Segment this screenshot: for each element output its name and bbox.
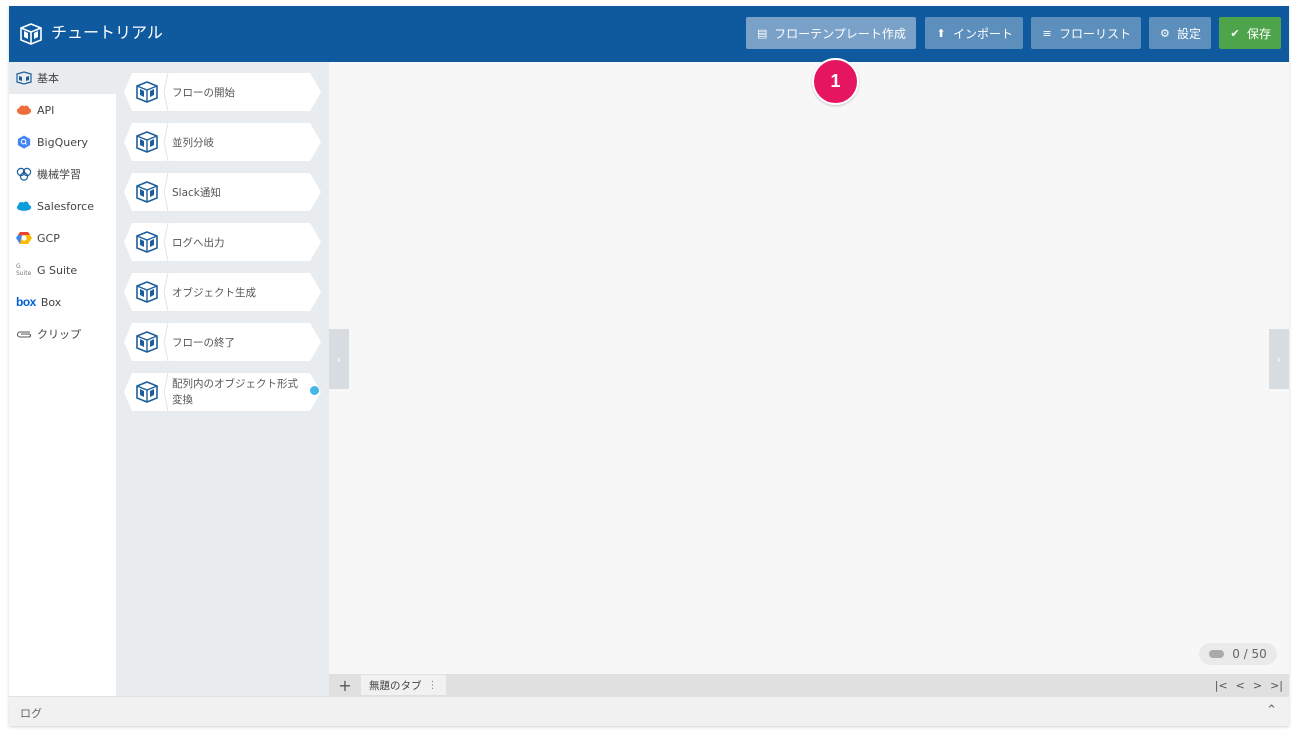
- gcp-icon: [16, 232, 32, 244]
- block-label: フローの開始: [172, 86, 235, 99]
- bigquery-icon: [17, 135, 31, 149]
- category-gsuite[interactable]: G Suite G Suite: [9, 254, 116, 286]
- chevron-up-icon[interactable]: ⌃: [1266, 703, 1277, 718]
- category-sidebar: 基本 API BigQuery 機械学習 Salesforce GCP G Su…: [9, 62, 116, 696]
- block-flow-end[interactable]: フローの終了: [124, 323, 322, 361]
- category-label: BigQuery: [37, 135, 89, 149]
- app-title: チュートリアル: [51, 23, 163, 42]
- paperclip-icon: [16, 331, 31, 338]
- tab-menu-icon[interactable]: ⋮: [428, 680, 438, 691]
- block-label: 配列内のオブジェクト形式変換: [172, 378, 298, 406]
- category-label: 機械学習: [37, 168, 81, 181]
- category-clip[interactable]: クリップ: [9, 318, 116, 350]
- block-count-icon: [1209, 650, 1225, 658]
- category-salesforce[interactable]: Salesforce: [9, 190, 116, 222]
- tab-label: 無題のタブ: [369, 679, 422, 692]
- block-label: 並列分岐: [172, 136, 214, 149]
- collapse-right-button[interactable]: ‹: [1269, 329, 1289, 389]
- blueprint-icon: [16, 71, 32, 85]
- category-gcp[interactable]: GCP: [9, 222, 116, 254]
- flowlist-label: フローリスト: [1058, 26, 1131, 41]
- block-counter-text: 0 / 50: [1232, 647, 1267, 661]
- template-icon: ▤: [756, 26, 768, 40]
- gear-icon: ⚙: [1160, 26, 1170, 40]
- category-label: G Suite: [37, 263, 78, 277]
- salesforce-cloud-icon: [16, 201, 32, 211]
- chevron-left-icon: ‹: [336, 352, 342, 366]
- block-parallel-branch[interactable]: 並列分岐: [124, 123, 322, 161]
- list-icon: ≡: [1042, 26, 1052, 40]
- settings-label: 設定: [1176, 26, 1201, 41]
- log-label: ログ: [20, 707, 42, 720]
- category-api[interactable]: API: [9, 94, 116, 126]
- category-label: GCP: [37, 231, 60, 245]
- create-template-button[interactable]: ▤ フローテンプレート作成: [746, 17, 916, 49]
- settings-button[interactable]: ⚙ 設定: [1149, 17, 1211, 49]
- upload-icon: ⬆: [936, 26, 946, 40]
- flowlist-button[interactable]: ≡ フローリスト: [1031, 17, 1141, 49]
- block-label: ログへ出力: [172, 236, 225, 249]
- block-slack-notify[interactable]: Slack通知: [124, 173, 322, 211]
- block-flow-start[interactable]: フローの開始: [124, 73, 322, 111]
- tab-bar: + 無題のタブ ⋮ |< < > >|: [329, 674, 1289, 696]
- category-label: Box: [40, 295, 62, 309]
- block-counter: 0 / 50: [1199, 643, 1277, 665]
- check-circle-icon: ✔: [1230, 26, 1240, 40]
- step-badge: 1: [812, 58, 859, 105]
- block-log-output[interactable]: ログへ出力: [124, 223, 322, 261]
- category-ml[interactable]: 機械学習: [9, 158, 116, 190]
- blocks-panel: フローの開始 並列分岐 Slack通知 ログへ出力 オブジェクト生成 フローの終…: [116, 62, 329, 696]
- blueprint-icon: [136, 231, 158, 253]
- info-dot-icon: [310, 386, 319, 395]
- blueprint-icon: [136, 181, 158, 203]
- import-button[interactable]: ⬆ インポート: [925, 17, 1023, 49]
- category-box[interactable]: box Box: [9, 286, 116, 318]
- log-panel: ログ ⌃: [9, 696, 1289, 726]
- tab-untitled[interactable]: 無題のタブ ⋮: [361, 675, 446, 695]
- add-tab-button[interactable]: +: [337, 674, 353, 696]
- category-basic[interactable]: 基本: [9, 62, 116, 94]
- block-object-create[interactable]: オブジェクト生成: [124, 273, 322, 311]
- blueprint-icon: [136, 81, 158, 103]
- block-label: オブジェクト生成: [172, 286, 256, 299]
- brain-icon: [16, 167, 32, 181]
- category-bigquery[interactable]: BigQuery: [9, 126, 116, 158]
- last-tab-icon[interactable]: >|: [1270, 679, 1283, 692]
- flow-canvas[interactable]: ‹ ‹: [329, 62, 1289, 674]
- prev-tab-icon[interactable]: <: [1236, 679, 1245, 692]
- first-tab-icon[interactable]: |<: [1215, 679, 1228, 692]
- category-label: Salesforce: [37, 199, 94, 213]
- blueprint-icon: [136, 131, 158, 153]
- app-window: チュートリアル ▤ フローテンプレート作成 ⬆ インポート ≡ フローリスト ⚙…: [9, 6, 1289, 726]
- blueprint-logo-icon: [20, 23, 42, 45]
- next-tab-icon[interactable]: >: [1253, 679, 1262, 692]
- create-template-label: フローテンプレート作成: [774, 26, 906, 41]
- blueprint-icon: [136, 381, 158, 403]
- category-label: 基本: [37, 72, 59, 85]
- gsuite-icon: G Suite: [16, 263, 32, 277]
- save-button[interactable]: ✔ 保存: [1219, 17, 1281, 49]
- chevron-left-icon: ‹: [1276, 352, 1282, 366]
- category-label: API: [37, 103, 55, 117]
- block-label: Slack通知: [172, 186, 221, 199]
- box-icon: box: [16, 295, 36, 309]
- api-cloud-icon: [16, 105, 32, 115]
- import-label: インポート: [952, 26, 1013, 41]
- app-header: チュートリアル ▤ フローテンプレート作成 ⬆ インポート ≡ フローリスト ⚙…: [9, 6, 1289, 62]
- block-array-object-convert[interactable]: 配列内のオブジェクト形式変換: [124, 373, 322, 411]
- block-label: フローの終了: [172, 336, 235, 349]
- collapse-left-button[interactable]: ‹: [329, 329, 349, 389]
- category-label: クリップ: [37, 328, 81, 341]
- tab-navigation: |< < > >|: [1215, 674, 1283, 696]
- save-label: 保存: [1246, 26, 1271, 41]
- blueprint-icon: [136, 331, 158, 353]
- blueprint-icon: [136, 281, 158, 303]
